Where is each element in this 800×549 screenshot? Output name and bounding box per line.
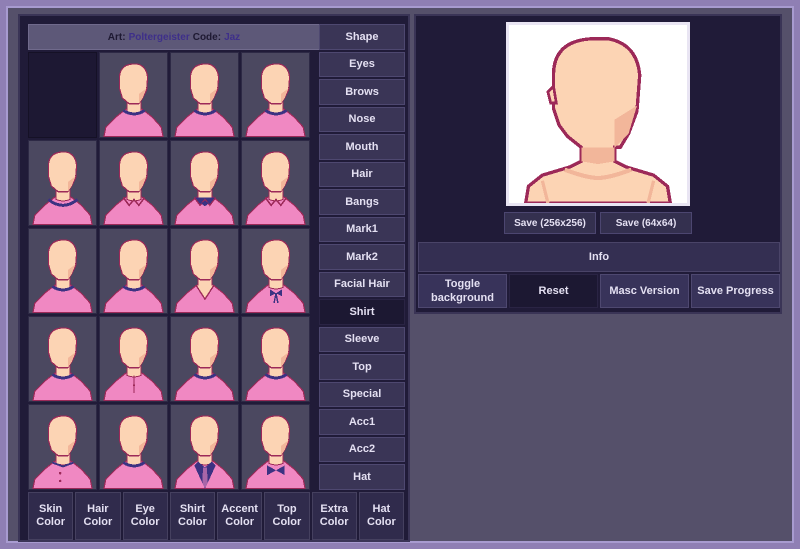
category-hat[interactable]: Hat <box>319 464 405 490</box>
color-tab-label: Color <box>36 516 65 528</box>
category-nose[interactable]: Nose <box>319 106 405 132</box>
color-tab-hat[interactable]: Hat Color <box>358 492 404 540</box>
category-mark2[interactable]: Mark2 <box>319 244 405 270</box>
category-acc2[interactable]: Acc2 <box>319 436 405 462</box>
color-tab-hair[interactable]: Hair Color <box>75 492 121 540</box>
color-tab-skin[interactable]: Skin Color <box>28 492 74 540</box>
color-tab-label: Hat <box>372 503 391 515</box>
shirt-option-bowtie-collar[interactable] <box>170 140 239 226</box>
options-panel: Art: Poltergeister Code: Jaz Shape Eyes … <box>18 14 410 542</box>
category-mouth[interactable]: Mouth <box>319 134 405 160</box>
shirt-option-tie[interactable] <box>170 404 239 490</box>
color-tab-label: Color <box>367 516 396 528</box>
art-label: Art: <box>107 31 126 43</box>
save-256-button[interactable]: Save (256x256) <box>504 212 596 234</box>
info-button[interactable]: Info <box>418 242 780 272</box>
toggle-label-line2: background <box>431 292 494 304</box>
color-tab-label: Color <box>130 516 160 528</box>
credit-bar: Art: Poltergeister Code: Jaz <box>28 24 320 50</box>
color-tabs: Skin Color Hair Color Eye Color Shirt Color Acce… <box>28 492 404 540</box>
shirt-option-collar[interactable] <box>241 140 310 226</box>
shirt-option-crew[interactable] <box>241 316 310 402</box>
color-tab-eye[interactable]: Eye Color <box>122 492 168 540</box>
shirt-option-crew[interactable] <box>170 52 239 138</box>
avatar-preview <box>506 22 690 206</box>
category-mark1[interactable]: Mark1 <box>319 216 405 242</box>
reset-button[interactable]: Reset <box>509 274 598 308</box>
color-tab-label: Color <box>178 516 207 528</box>
category-special[interactable]: Special <box>319 381 405 407</box>
code-label: Code: <box>192 31 222 43</box>
category-list: Shape Eyes Brows Nose Mouth Hair Bangs Mark1 Mar… <box>319 24 405 490</box>
save-progress-button[interactable]: Save Progress <box>691 274 780 308</box>
shirt-option-grid <box>28 52 312 490</box>
category-eyes[interactable]: Eyes <box>319 51 405 77</box>
color-tab-label: Skin <box>39 503 63 515</box>
shirt-option-crew[interactable] <box>28 316 97 402</box>
color-tab-label: Eye <box>135 503 155 515</box>
shirt-option-crew[interactable] <box>99 404 168 490</box>
shirt-option-none[interactable] <box>28 52 97 138</box>
category-acc1[interactable]: Acc1 <box>319 409 405 435</box>
toggle-label-line1: Toggle <box>444 278 481 290</box>
shirt-option-buttons[interactable] <box>28 404 97 490</box>
color-tab-accent[interactable]: Accent Color <box>217 492 263 540</box>
color-tab-label: Color <box>319 516 349 528</box>
category-shirt[interactable]: Shirt <box>319 299 405 325</box>
color-tab-extra[interactable]: Extra Color <box>311 492 357 540</box>
art-name[interactable]: Poltergeister <box>129 32 190 43</box>
masc-version-button[interactable]: Masc Version <box>600 274 689 308</box>
shirt-option-collar[interactable] <box>99 140 168 226</box>
category-bangs[interactable]: Bangs <box>319 189 405 215</box>
avatar-preview-image <box>523 37 673 203</box>
shirt-option-bow[interactable] <box>241 228 310 314</box>
category-top[interactable]: Top <box>319 354 405 380</box>
color-tab-label: Color <box>272 516 302 528</box>
color-tab-label: Accent <box>221 503 258 515</box>
save-64-button[interactable]: Save (64x64) <box>600 212 692 234</box>
preview-panel: Save (256x256) Save (64x64) Info Toggle … <box>414 14 782 314</box>
shirt-option-crew[interactable] <box>99 228 168 314</box>
shirt-option-crew[interactable] <box>241 52 310 138</box>
color-tab-label: Shirt <box>179 503 205 515</box>
category-hair[interactable]: Hair <box>319 161 405 187</box>
color-tab-label: Color <box>225 516 254 528</box>
toggle-background-button[interactable]: Toggle background <box>418 274 507 308</box>
shirt-option-crew[interactable] <box>170 316 239 402</box>
app-frame: Art: Poltergeister Code: Jaz Shape Eyes … <box>6 6 794 543</box>
color-tab-shirt[interactable]: Shirt Color <box>169 492 215 540</box>
code-name[interactable]: Jaz <box>224 32 240 43</box>
color-tab-label: Top <box>277 503 297 515</box>
shirt-option-bowtie[interactable] <box>241 404 310 490</box>
category-facial-hair[interactable]: Facial Hair <box>319 271 405 297</box>
shirt-option-crew[interactable] <box>28 228 97 314</box>
color-tab-label: Hair <box>87 503 109 515</box>
color-tab-label: Color <box>83 516 113 528</box>
category-sleeve[interactable]: Sleeve <box>319 326 405 352</box>
shirt-option-crew[interactable] <box>99 52 168 138</box>
action-row: Toggle background Reset Masc Version Sav… <box>418 274 780 308</box>
color-tab-top[interactable]: Top Color <box>264 492 310 540</box>
shirt-option-scoop[interactable] <box>28 140 97 226</box>
shirt-option-v-neck[interactable] <box>170 228 239 314</box>
shirt-option-placket[interactable] <box>99 316 168 402</box>
category-brows[interactable]: Brows <box>319 79 405 105</box>
color-tab-label: Extra <box>320 503 348 515</box>
category-shape[interactable]: Shape <box>319 24 405 50</box>
